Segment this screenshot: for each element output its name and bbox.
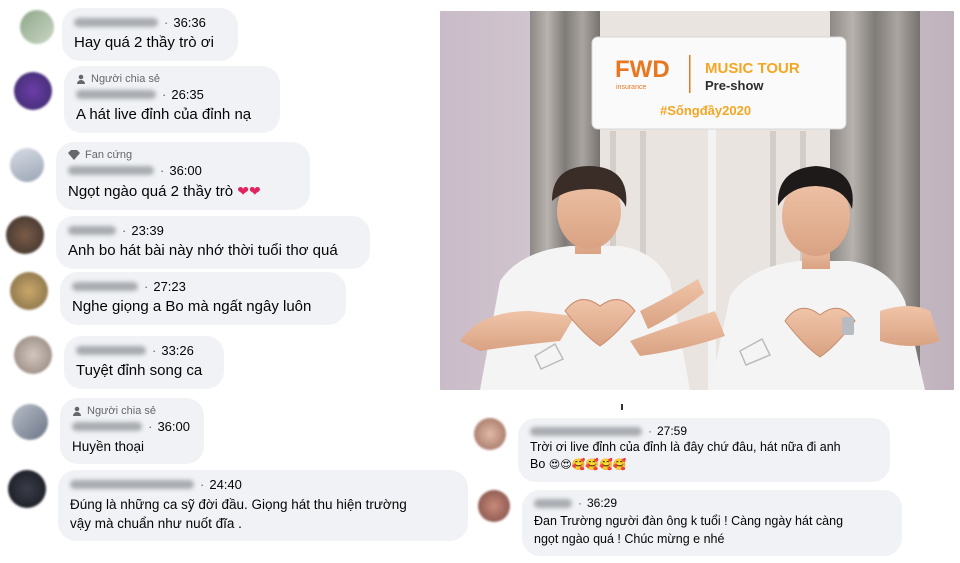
comment-bubble: · 33:26 Tuyệt đỉnh song ca — [64, 336, 224, 389]
comment-bubble: · 23:39 Anh bo hát bài này nhớ thời tuổi… — [56, 216, 370, 269]
comment-time[interactable]: 36:00 — [169, 163, 202, 178]
comment-time[interactable]: 36:00 — [157, 419, 190, 434]
comment-time[interactable]: 36:29 — [587, 496, 617, 510]
comment-text: Nghe giọng a Bo mà ngất ngây luôn — [72, 298, 312, 315]
comment-header: · 36:00 — [68, 163, 296, 178]
avatar[interactable] — [8, 470, 46, 508]
comment-text: A hát live đỉnh của đỉnh nạ — [76, 106, 252, 123]
comment-item: · 23:39 Anh bo hát bài này nhớ thời tuổi… — [6, 216, 370, 269]
comment-bubble: · 27:23 Nghe giọng a Bo mà ngất ngây luô… — [60, 272, 346, 325]
comment-header: · 36:00 — [72, 419, 190, 434]
comment-bubble: Người chia sẻ · 36:00 Huyền thoại — [60, 398, 204, 464]
diamond-icon — [68, 150, 80, 160]
comment-time[interactable]: 36:36 — [173, 15, 206, 30]
comment-bubble: · 27:59 Trời ơi live đỉnh của đỉnh là đâ… — [518, 418, 890, 482]
blurred-author-name[interactable] — [76, 346, 146, 355]
comment-header: · 23:39 — [68, 223, 356, 238]
svg-text:insurance: insurance — [616, 84, 646, 91]
brand-logo: FWD — [615, 56, 670, 83]
blurred-author-name[interactable] — [68, 226, 116, 235]
comment-header: · 36:29 — [534, 496, 888, 510]
avatar[interactable] — [478, 490, 510, 522]
comment-text: Huyền thoại — [72, 439, 145, 454]
comment-text: Ngọt ngào quá 2 thầy trò ❤❤ — [68, 183, 261, 200]
comment-item: · 36:36 Hay quá 2 thầy trò ơi — [20, 8, 238, 61]
comment-item: · 33:26 Tuyệt đỉnh song ca — [14, 336, 224, 389]
comment-time[interactable]: 27:23 — [153, 279, 186, 294]
comment-item: Fan cứng · 36:00 Ngọt ngào quá 2 thầy tr… — [10, 142, 310, 210]
comment-bubble: · 24:40 Đúng là những ca sỹ đời đầu. Giọ… — [58, 470, 468, 541]
avatar[interactable] — [6, 216, 44, 254]
person-icon — [77, 74, 85, 84]
fan-badge: Fan cứng — [68, 149, 296, 161]
blurred-author-name[interactable] — [530, 426, 642, 436]
comment-header: · 24:40 — [70, 477, 454, 492]
event-hashtag: #Sốngđầy2020 — [660, 103, 751, 118]
comment-time[interactable]: 33:26 — [161, 343, 194, 358]
comment-text: Hay quá 2 thầy trò ơi — [74, 34, 214, 51]
avatar[interactable] — [12, 404, 48, 440]
photo-illustration: FWD insurance MUSIC TOUR Pre-show #Sốngđ… — [440, 11, 954, 390]
avatar[interactable] — [10, 148, 44, 182]
comment-header: · 36:36 — [74, 15, 224, 30]
love-emoji: 😍😍🥰🥰🥰🥰 — [548, 459, 627, 471]
comment-text: Anh bo hát bài này nhớ thời tuổi thơ quá — [68, 242, 338, 259]
comment-item: Người chia sẻ · 36:00 Huyền thoại — [12, 398, 204, 464]
comment-time[interactable]: 26:35 — [171, 87, 204, 102]
avatar[interactable] — [10, 272, 48, 310]
comment-bubble: Fan cứng · 36:00 Ngọt ngào quá 2 thầy tr… — [56, 142, 310, 210]
comment-bubble: Người chia sẻ · 26:35 A hát live đỉnh củ… — [64, 66, 280, 133]
comment-text: Trời ơi live đỉnh của đỉnh là đây chứ đâ… — [530, 439, 876, 474]
event-subtitle: Pre-show — [705, 78, 764, 93]
sharer-badge: Người chia sẻ — [72, 405, 190, 417]
comment-header: · 33:26 — [76, 343, 210, 358]
avatar[interactable] — [20, 10, 54, 44]
comment-item: Người chia sẻ · 26:35 A hát live đỉnh củ… — [14, 66, 280, 133]
blurred-author-name[interactable] — [74, 18, 158, 27]
comment-header: · 26:35 — [76, 87, 266, 102]
divider-mark — [621, 404, 623, 410]
comment-time[interactable]: 27:59 — [657, 424, 687, 438]
comment-item: · 24:40 Đúng là những ca sỹ đời đầu. Giọ… — [8, 470, 468, 541]
comment-time[interactable]: 23:39 — [131, 223, 164, 238]
blurred-author-name[interactable] — [72, 422, 143, 431]
blurred-author-name[interactable] — [72, 282, 138, 291]
blurred-author-name[interactable] — [76, 90, 156, 99]
comment-item: · 36:29 Đan Trường người đàn ông k tuổi … — [478, 490, 902, 556]
comment-header: · 27:23 — [72, 279, 332, 294]
avatar[interactable] — [14, 72, 52, 110]
comment-bubble: · 36:36 Hay quá 2 thầy trò ơi — [62, 8, 238, 61]
blurred-author-name[interactable] — [534, 498, 572, 508]
blurred-author-name[interactable] — [70, 480, 194, 489]
event-photo: FWD insurance MUSIC TOUR Pre-show #Sốngđ… — [440, 11, 954, 390]
blurred-author-name[interactable] — [68, 166, 154, 175]
comment-text: Tuyệt đỉnh song ca — [76, 362, 203, 379]
comment-bubble: · 36:29 Đan Trường người đàn ông k tuổi … — [522, 490, 902, 556]
avatar[interactable] — [474, 418, 506, 450]
comment-time[interactable]: 24:40 — [209, 477, 242, 492]
heart-emoji: ❤❤ — [237, 183, 261, 199]
sharer-badge: Người chia sẻ — [76, 73, 266, 85]
event-title: MUSIC TOUR — [705, 60, 800, 77]
comment-text: Đúng là những ca sỹ đời đầu. Giọng hát t… — [70, 497, 407, 531]
comment-item: · 27:23 Nghe giọng a Bo mà ngất ngây luô… — [10, 272, 346, 325]
avatar[interactable] — [14, 336, 52, 374]
person-icon — [73, 406, 81, 416]
comment-text: Đan Trường người đàn ông k tuổi ! Càng n… — [534, 514, 844, 546]
comment-item: · 27:59 Trời ơi live đỉnh của đỉnh là đâ… — [474, 418, 890, 482]
comment-header: · 27:59 — [530, 424, 876, 438]
